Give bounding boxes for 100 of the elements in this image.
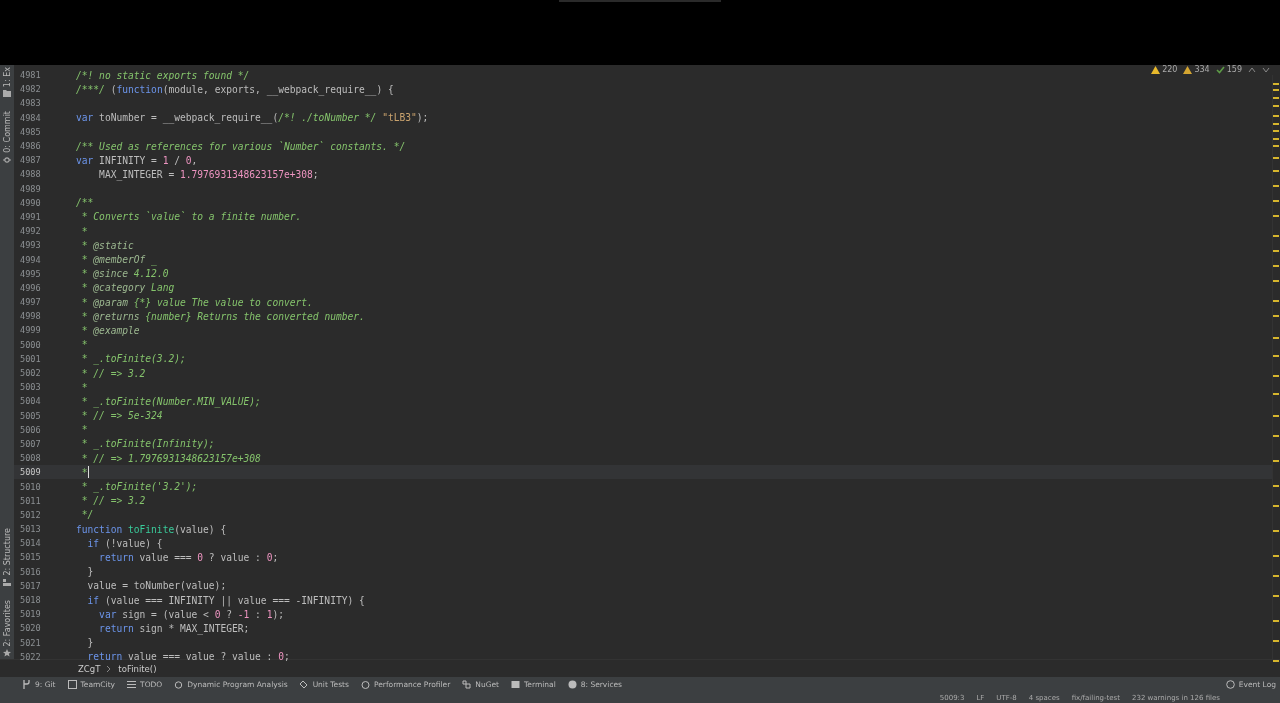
line-number: 4986 bbox=[19, 141, 42, 152]
inspection-count: 334 bbox=[1194, 65, 1210, 74]
commit-icon bbox=[3, 155, 11, 164]
package-icon bbox=[462, 680, 472, 689]
line-number: 5016 bbox=[19, 566, 42, 577]
code-line: * @static bbox=[80, 239, 134, 251]
branch-icon bbox=[22, 680, 31, 689]
code-line: * bbox=[80, 225, 88, 237]
code-line: * // => 1.7976931348623157e+308 bbox=[80, 452, 261, 464]
line-number: 4996 bbox=[19, 282, 42, 293]
line-number: 5022 bbox=[19, 651, 42, 662]
line-number: 5011 bbox=[19, 495, 42, 506]
code-line: * _.toFinite('3.2'); bbox=[80, 481, 198, 493]
line-number: 4998 bbox=[19, 311, 42, 322]
code-line: } bbox=[86, 637, 94, 649]
line-number: 5000 bbox=[19, 339, 42, 350]
code-line: } bbox=[86, 566, 94, 578]
code-line: var sign = (value < 0 ? -1 : 1); bbox=[98, 608, 284, 620]
chevron-right-icon bbox=[106, 664, 113, 673]
code-line: MAX_INTEGER = 1.7976931348623157e+308; bbox=[98, 168, 319, 180]
code-line: */ bbox=[80, 509, 94, 521]
code-line: * bbox=[80, 381, 88, 393]
line-number: 5007 bbox=[19, 438, 42, 449]
line-number: 4982 bbox=[19, 84, 42, 95]
line-number: 5020 bbox=[19, 623, 42, 634]
line-number: 5019 bbox=[19, 609, 42, 620]
line-number: 5018 bbox=[19, 595, 42, 606]
breadcrumb[interactable]: toFinite() bbox=[118, 663, 157, 674]
inspection-count: 220 bbox=[1162, 65, 1178, 74]
code-line: var INFINITY = 1 / 0, bbox=[76, 154, 198, 166]
code-line: return value === 0 ? value : 0; bbox=[98, 551, 279, 563]
line-number: 5002 bbox=[19, 368, 42, 379]
tool-window-tab[interactable]: 2: Structure bbox=[2, 528, 12, 576]
code-line: return sign * MAX_INTEGER; bbox=[98, 622, 250, 634]
line-number: 4985 bbox=[19, 126, 42, 137]
line-number: 4987 bbox=[19, 155, 42, 166]
line-number: 5013 bbox=[19, 524, 42, 535]
line-number: 4995 bbox=[19, 268, 42, 279]
line-number: 4999 bbox=[19, 325, 42, 336]
code-line: * _.toFinite(Infinity); bbox=[80, 438, 215, 450]
code-line: * bbox=[80, 339, 88, 351]
code-line: * _.toFinite(Number.MIN_VALUE); bbox=[80, 395, 261, 407]
line-number: 4993 bbox=[19, 240, 42, 251]
code-line: * // => 3.2 bbox=[80, 495, 146, 507]
code-line: * @since 4.12.0 bbox=[80, 268, 169, 280]
line-number: 5004 bbox=[19, 396, 42, 407]
line-number: 5003 bbox=[19, 382, 42, 393]
timer-icon bbox=[360, 680, 370, 689]
code-line: * bbox=[80, 466, 88, 478]
code-line: value = toNumber(value); bbox=[86, 580, 227, 592]
line-number: 5009 bbox=[19, 467, 42, 478]
code-line: * @returns {number} Returns the converted number. bbox=[80, 310, 365, 322]
code-line: /** Used as references for various `Number` constants. */ bbox=[76, 140, 406, 152]
line-number: 5017 bbox=[19, 580, 42, 591]
line-number: 4984 bbox=[19, 112, 42, 123]
text-cursor bbox=[87, 466, 90, 479]
structure-icon bbox=[3, 578, 11, 586]
code-line: * @example bbox=[80, 324, 140, 336]
line-number: 4988 bbox=[19, 169, 42, 180]
code-line: /** bbox=[76, 197, 94, 209]
line-number: 4991 bbox=[19, 211, 42, 222]
code-line: * bbox=[80, 424, 88, 436]
circle-icon bbox=[174, 680, 184, 689]
square-icon bbox=[67, 680, 77, 689]
code-line: * Converts `value` to a finite number. bbox=[80, 211, 302, 223]
line-number: 4997 bbox=[19, 297, 42, 308]
line-number: 5010 bbox=[19, 481, 42, 492]
line-number: 4992 bbox=[19, 226, 42, 237]
breadcrumb[interactable]: ZCgT bbox=[78, 663, 101, 674]
tool-window-tab[interactable]: 0: Commit bbox=[2, 111, 12, 153]
line-number: 4989 bbox=[19, 183, 42, 194]
line-number: 4994 bbox=[19, 254, 42, 265]
code-line: if (!value) { bbox=[86, 537, 163, 549]
code-line: * _.toFinite(3.2); bbox=[80, 353, 186, 365]
code-line: * // => 3.2 bbox=[80, 367, 146, 379]
line-number: 5001 bbox=[19, 353, 42, 364]
code-line: * // => 5e-324 bbox=[80, 410, 163, 422]
tool-window-tab[interactable]: 2: Favorites bbox=[2, 599, 12, 646]
code-line: function toFinite(value) { bbox=[76, 523, 227, 535]
terminal-icon bbox=[511, 680, 520, 689]
line-number: 5014 bbox=[19, 538, 42, 549]
inspection-count: 159 bbox=[1226, 65, 1242, 74]
line-number: 4981 bbox=[19, 70, 42, 81]
code-line: * @memberOf _ bbox=[80, 254, 157, 266]
code-line: * @param {*} value The value to convert. bbox=[80, 296, 313, 308]
line-number: 5006 bbox=[19, 424, 42, 435]
code-line: if (value === INFINITY || value === -INFINITY) { bbox=[86, 594, 365, 606]
code-line: return value === value ? value : 0; bbox=[86, 651, 290, 663]
tool-window-tab[interactable]: 1: Ex bbox=[2, 67, 12, 88]
star-icon bbox=[3, 649, 11, 657]
list-icon bbox=[127, 680, 137, 689]
line-number: 5008 bbox=[19, 453, 42, 464]
error-stripe[interactable] bbox=[1272, 75, 1280, 659]
line-number: 5005 bbox=[19, 410, 42, 421]
line-number: 5015 bbox=[19, 552, 42, 563]
speech-bubble-icon bbox=[1225, 680, 1235, 689]
code-line: /*! no static exports found */ bbox=[76, 69, 250, 81]
line-number: 5021 bbox=[19, 637, 42, 648]
code-line: * @category Lang bbox=[80, 282, 175, 294]
line-number: 4983 bbox=[19, 98, 42, 109]
